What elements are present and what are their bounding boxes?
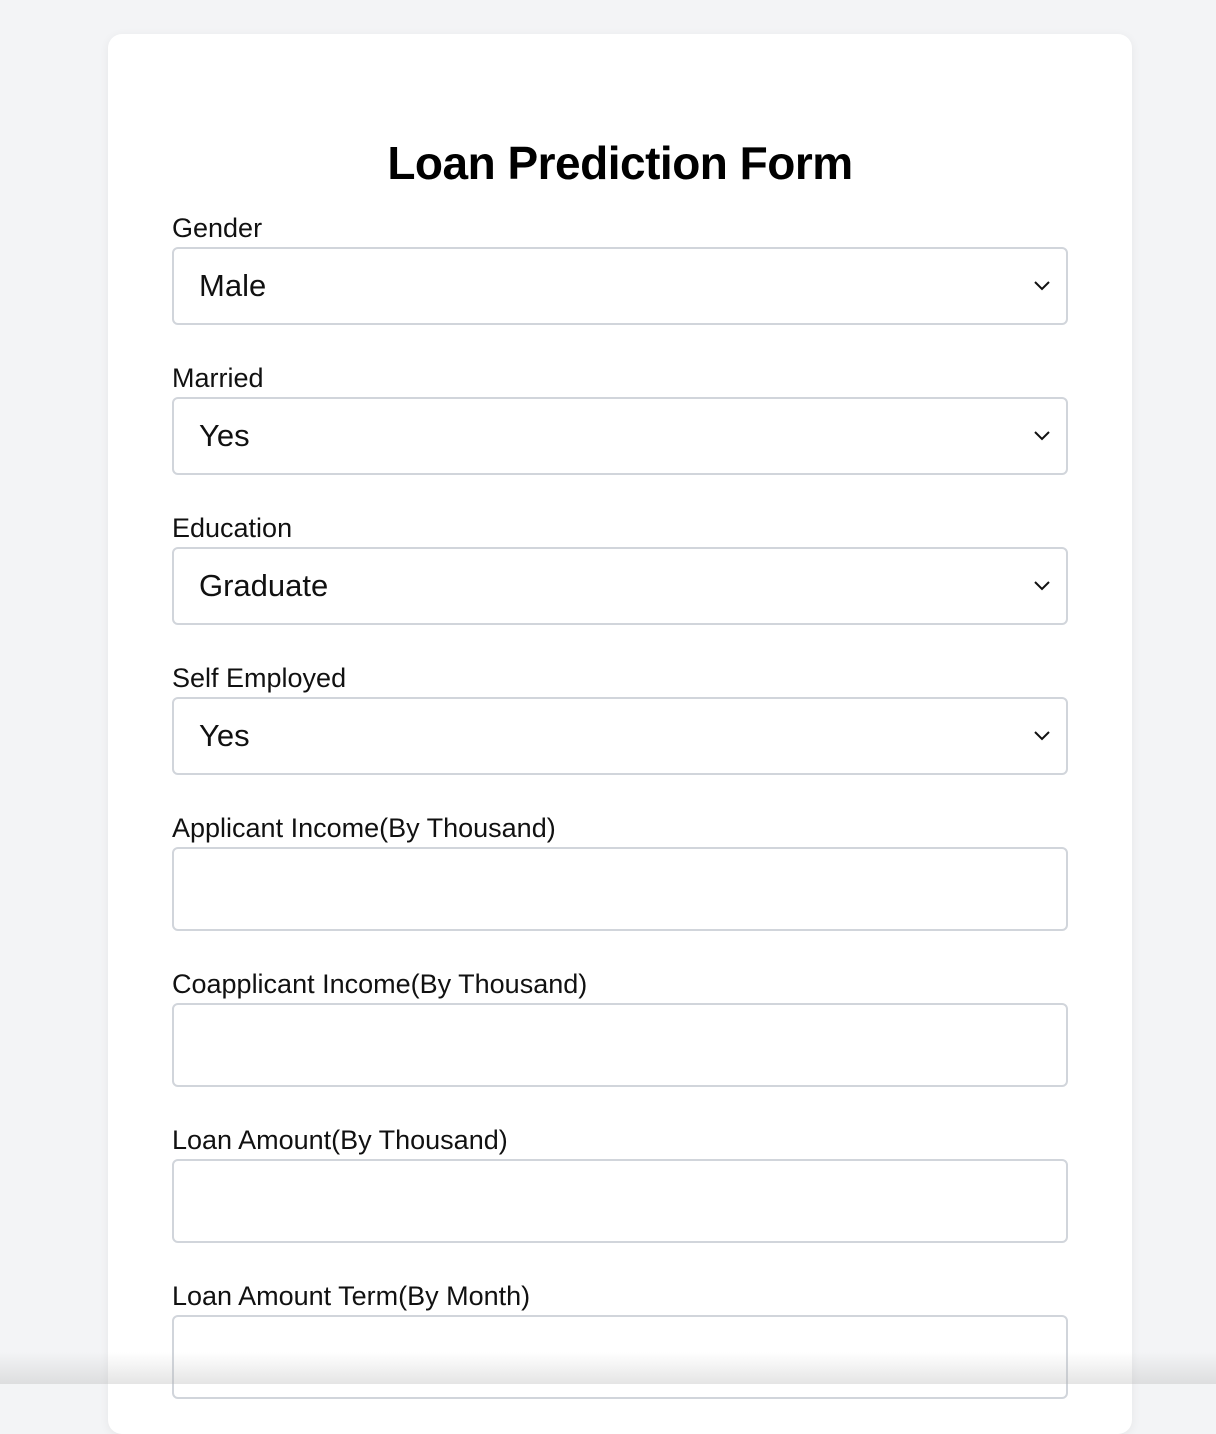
page-title: Loan Prediction Form — [387, 136, 853, 189]
chevron-down-icon — [1034, 431, 1050, 441]
education-select[interactable]: Graduate — [172, 547, 1068, 625]
gender-select-value: Male — [199, 268, 267, 303]
chevron-down-icon — [1034, 281, 1050, 291]
applicant-income-field: Applicant Income(By Thousand) — [172, 812, 1068, 931]
self-employed-select[interactable]: Yes — [172, 697, 1068, 775]
education-field: Education Graduate — [172, 512, 1068, 625]
coapplicant-income-label: Coapplicant Income(By Thousand) — [172, 969, 588, 999]
education-select-value: Graduate — [199, 568, 329, 603]
married-label: Married — [172, 363, 264, 393]
loan-amount-label: Loan Amount(By Thousand) — [172, 1125, 508, 1155]
education-label: Education — [172, 513, 293, 543]
chevron-down-icon — [1034, 581, 1050, 591]
self-employed-field: Self Employed Yes — [172, 662, 1068, 775]
gender-label: Gender — [172, 213, 263, 243]
form-card: Loan Prediction Form Gender Male Married… — [108, 34, 1132, 1434]
gender-field: Gender Male — [172, 212, 1068, 325]
coapplicant-income-input[interactable] — [172, 1003, 1068, 1087]
self-employed-select-value: Yes — [199, 718, 250, 753]
applicant-income-input[interactable] — [172, 847, 1068, 931]
coapplicant-income-field: Coapplicant Income(By Thousand) — [172, 968, 1068, 1087]
self-employed-label: Self Employed — [172, 663, 347, 693]
loan-amount-term-input[interactable] — [172, 1315, 1068, 1399]
gender-select[interactable]: Male — [172, 247, 1068, 325]
married-field: Married Yes — [172, 362, 1068, 475]
loan-amount-input[interactable] — [172, 1159, 1068, 1243]
married-select-value: Yes — [199, 418, 250, 453]
applicant-income-label: Applicant Income(By Thousand) — [172, 813, 556, 843]
loan-amount-term-label: Loan Amount Term(By Month) — [172, 1281, 531, 1311]
chevron-down-icon — [1034, 731, 1050, 741]
married-select[interactable]: Yes — [172, 397, 1068, 475]
loan-amount-field: Loan Amount(By Thousand) — [172, 1124, 1068, 1243]
loan-amount-term-field: Loan Amount Term(By Month) — [172, 1280, 1068, 1399]
